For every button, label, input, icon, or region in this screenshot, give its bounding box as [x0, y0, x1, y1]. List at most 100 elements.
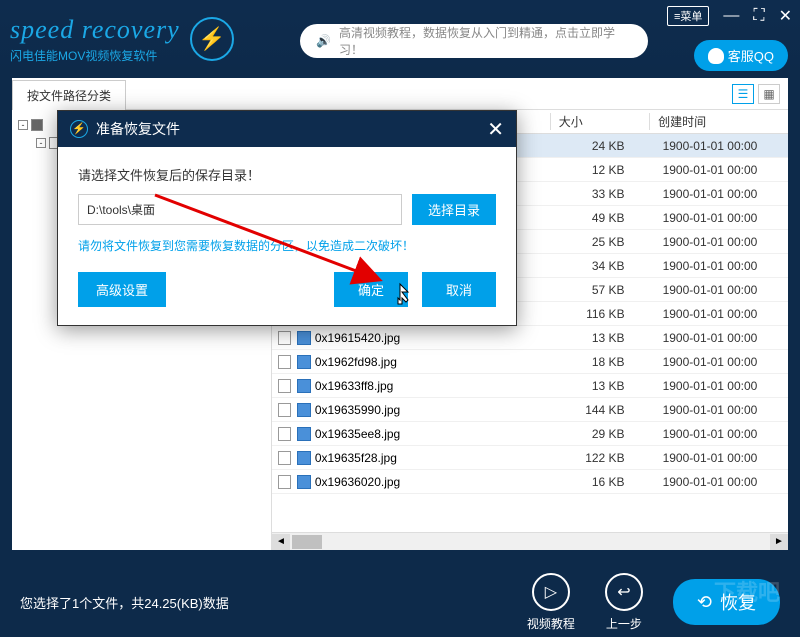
list-view-toggle[interactable]: ☰	[732, 84, 754, 104]
tab-bar: 按文件路径分类 ☰ ▦	[12, 78, 788, 110]
file-date: 1900-01-01 00:00	[655, 283, 788, 297]
file-date: 1900-01-01 00:00	[655, 139, 788, 153]
recover-icon: ⟲	[697, 592, 712, 613]
file-date: 1900-01-01 00:00	[655, 235, 788, 249]
bolt-icon: ⚡	[70, 120, 88, 138]
table-row[interactable]: 0x19633ff8.jpg13 KB1900-01-01 00:00	[272, 374, 788, 398]
dialog-prompt: 请选择文件恢复后的保存目录！	[78, 165, 496, 184]
file-icon	[297, 403, 310, 417]
file-size: 13 KB	[558, 331, 655, 345]
file-date: 1900-01-01 00:00	[655, 427, 788, 441]
file-date: 1900-01-01 00:00	[655, 307, 788, 321]
advanced-button[interactable]: 高级设置	[78, 272, 166, 307]
file-date: 1900-01-01 00:00	[655, 211, 788, 225]
file-icon	[297, 475, 310, 489]
row-checkbox[interactable]	[278, 355, 291, 369]
tutorial-text: 高清视频教程，数据恢复从入门到精通，点击立即学习！	[339, 24, 632, 58]
file-size: 57 KB	[558, 283, 655, 297]
row-checkbox[interactable]	[278, 427, 291, 441]
file-name: 0x19615420.jpg	[315, 331, 558, 345]
file-icon	[297, 355, 310, 369]
dialog-close-button[interactable]: ✕	[487, 117, 504, 142]
bolt-icon: ⚡	[190, 17, 234, 61]
collapse-icon[interactable]: -	[36, 138, 46, 148]
row-checkbox[interactable]	[278, 331, 291, 345]
file-name: 0x19636020.jpg	[315, 475, 558, 489]
file-size: 122 KB	[558, 451, 655, 465]
file-size: 34 KB	[558, 259, 655, 273]
table-row[interactable]: 0x19635f28.jpg122 KB1900-01-01 00:00	[272, 446, 788, 470]
scroll-right-icon[interactable]: ►	[770, 534, 788, 550]
ok-button[interactable]: 确定	[334, 272, 408, 307]
col-header-size[interactable]: 大小	[550, 113, 649, 130]
logo-text: speed recovery	[10, 15, 180, 45]
back-icon: ↩	[605, 573, 643, 611]
horizontal-scrollbar[interactable]: ◄ ►	[272, 532, 788, 550]
scroll-thumb[interactable]	[292, 535, 322, 549]
file-date: 1900-01-01 00:00	[655, 163, 788, 177]
back-button[interactable]: ↩ 上一步	[605, 573, 643, 632]
path-input[interactable]	[78, 194, 402, 225]
file-name: 0x19635ee8.jpg	[315, 427, 558, 441]
tree-checkbox[interactable]	[31, 119, 43, 131]
tab-by-path[interactable]: 按文件路径分类	[12, 80, 126, 110]
table-row[interactable]: 0x19615420.jpg13 KB1900-01-01 00:00	[272, 326, 788, 350]
file-date: 1900-01-01 00:00	[655, 355, 788, 369]
logo-subtitle: 闪电佳能MOV视频恢复软件	[10, 47, 180, 64]
row-checkbox[interactable]	[278, 379, 291, 393]
file-size: 24 KB	[558, 139, 655, 153]
row-checkbox[interactable]	[278, 475, 291, 489]
titlebar: speed recovery 闪电佳能MOV视频恢复软件 ⚡ 🔊 高清视频教程，…	[0, 0, 800, 78]
tutorial-banner[interactable]: 🔊 高清视频教程，数据恢复从入门到精通，点击立即学习！	[300, 24, 648, 58]
dialog-warning: 请勿将文件恢复到您需要恢复数据的分区，以免造成二次破坏！	[78, 237, 496, 254]
file-date: 1900-01-01 00:00	[655, 451, 788, 465]
collapse-icon[interactable]: -	[18, 120, 28, 130]
file-size: 33 KB	[558, 187, 655, 201]
file-date: 1900-01-01 00:00	[655, 187, 788, 201]
qq-icon	[708, 48, 724, 64]
play-icon: ▷	[532, 573, 570, 611]
file-name: 0x19633ff8.jpg	[315, 379, 558, 393]
browse-button[interactable]: 选择目录	[412, 194, 496, 225]
row-checkbox[interactable]	[278, 403, 291, 417]
file-size: 144 KB	[558, 403, 655, 417]
window-controls: ≡菜单 — ⛶ ✕	[667, 6, 792, 26]
file-icon	[297, 379, 310, 393]
file-size: 49 KB	[558, 211, 655, 225]
close-button[interactable]: ✕	[779, 6, 792, 26]
file-icon	[297, 451, 310, 465]
file-date: 1900-01-01 00:00	[655, 475, 788, 489]
file-date: 1900-01-01 00:00	[655, 403, 788, 417]
table-row[interactable]: 0x1962fd98.jpg18 KB1900-01-01 00:00	[272, 350, 788, 374]
tutorial-button[interactable]: ▷ 视频教程	[527, 573, 575, 632]
minimize-button[interactable]: —	[723, 7, 739, 25]
scroll-left-icon[interactable]: ◄	[272, 534, 290, 550]
row-checkbox[interactable]	[278, 451, 291, 465]
col-header-date[interactable]: 创建时间	[649, 113, 788, 130]
logo-area: speed recovery 闪电佳能MOV视频恢复软件 ⚡	[10, 15, 234, 64]
file-name: 0x1962fd98.jpg	[315, 355, 558, 369]
menu-button[interactable]: ≡菜单	[667, 6, 709, 26]
file-size: 29 KB	[558, 427, 655, 441]
qq-support-button[interactable]: 客服QQ	[694, 40, 788, 71]
cancel-button[interactable]: 取消	[422, 272, 496, 307]
table-row[interactable]: 0x19635990.jpg144 KB1900-01-01 00:00	[272, 398, 788, 422]
footer: 您选择了1个文件，共24.25(KB)数据 ▷ 视频教程 ↩ 上一步 ⟲ 恢复	[0, 567, 800, 637]
recover-dialog: ⚡ 准备恢复文件 ✕ 请选择文件恢复后的保存目录！ 选择目录 请勿将文件恢复到您…	[57, 110, 517, 326]
file-name: 0x19635f28.jpg	[315, 451, 558, 465]
grid-view-toggle[interactable]: ▦	[758, 84, 780, 104]
maximize-button[interactable]: ⛶	[753, 7, 764, 25]
file-date: 1900-01-01 00:00	[655, 379, 788, 393]
file-size: 25 KB	[558, 235, 655, 249]
table-row[interactable]: 0x19635ee8.jpg29 KB1900-01-01 00:00	[272, 422, 788, 446]
dialog-title-text: 准备恢复文件	[96, 119, 180, 139]
status-text: 您选择了1个文件，共24.25(KB)数据	[20, 593, 229, 612]
file-date: 1900-01-01 00:00	[655, 331, 788, 345]
file-size: 18 KB	[558, 355, 655, 369]
file-icon	[297, 427, 310, 441]
dialog-titlebar: ⚡ 准备恢复文件 ✕	[58, 111, 516, 147]
file-size: 12 KB	[558, 163, 655, 177]
file-size: 13 KB	[558, 379, 655, 393]
table-row[interactable]: 0x19636020.jpg16 KB1900-01-01 00:00	[272, 470, 788, 494]
watermark: 下载吧	[714, 575, 780, 607]
